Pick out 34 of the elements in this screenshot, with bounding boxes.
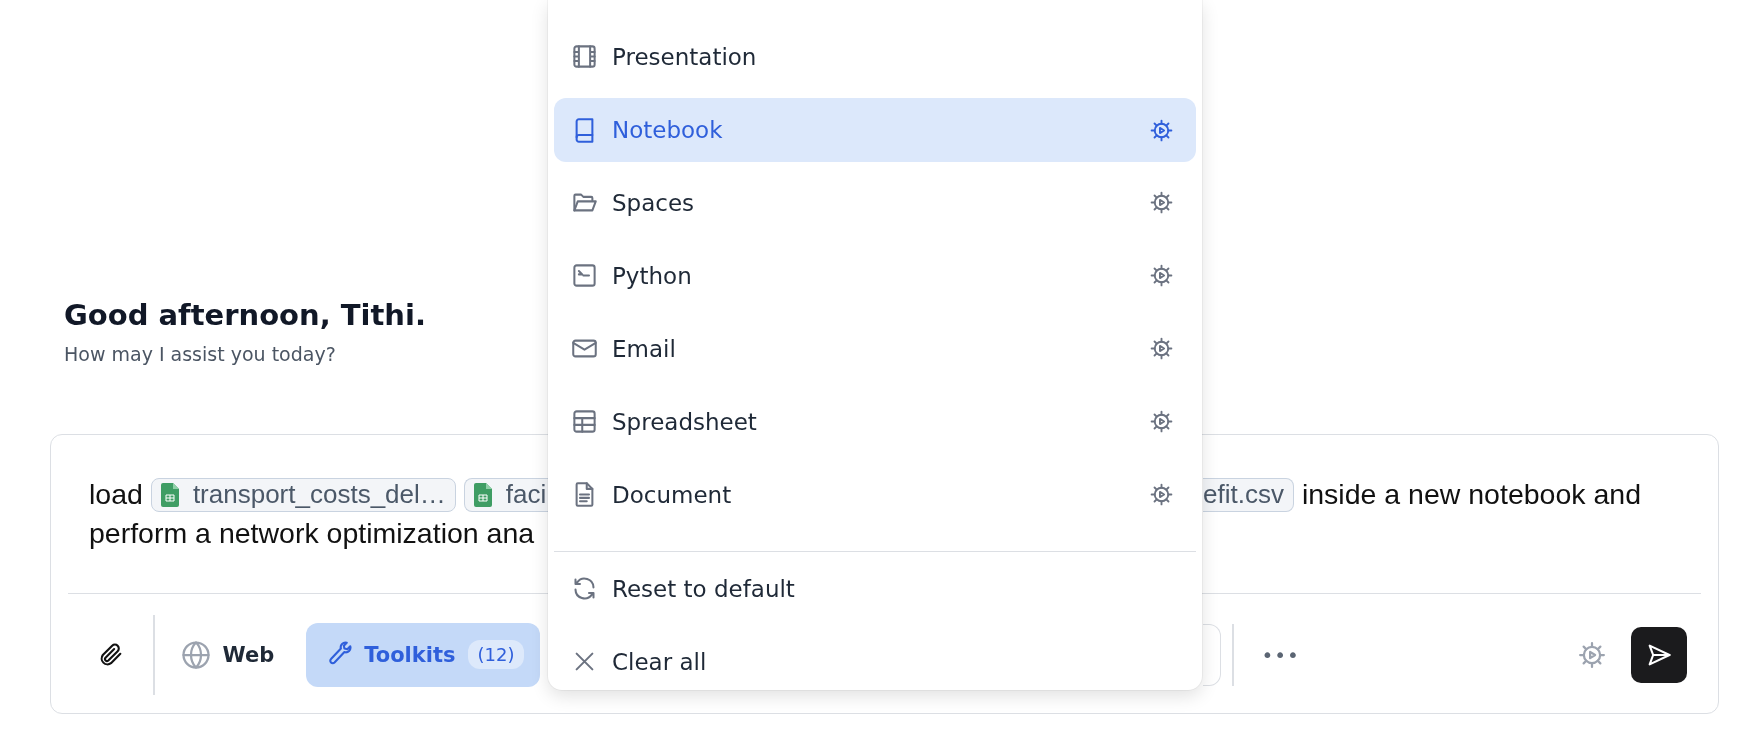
prompt-text: inside a new notebook and bbox=[1301, 478, 1641, 511]
prompt-text: load bbox=[89, 478, 143, 511]
toolkits-button[interactable]: Toolkits (12) bbox=[306, 622, 541, 687]
globe-icon bbox=[180, 639, 211, 670]
settings-icon[interactable] bbox=[1149, 117, 1174, 143]
file-chip[interactable]: transport_costs_del… bbox=[150, 477, 456, 512]
prompt-text: perform a network optimization ana bbox=[89, 517, 535, 550]
menu-item[interactable]: Presentation bbox=[554, 20, 1196, 93]
film-icon bbox=[571, 43, 598, 70]
refresh-icon bbox=[571, 575, 598, 602]
web-button[interactable]: Web bbox=[180, 622, 289, 687]
settings-icon[interactable] bbox=[1577, 639, 1607, 670]
menu-action[interactable]: Reset to default bbox=[554, 552, 1196, 625]
menu-item[interactable]: Email bbox=[554, 312, 1196, 385]
settings-icon[interactable] bbox=[1149, 263, 1174, 288]
settings-icon[interactable] bbox=[1149, 482, 1174, 507]
greeting-title: Good afternoon, Tithi. bbox=[64, 297, 426, 334]
menu-item[interactable]: Spreadsheet bbox=[554, 385, 1196, 458]
menu-item[interactable]: Notebook bbox=[554, 98, 1196, 162]
more-button[interactable]: ••• bbox=[1261, 642, 1300, 667]
menu-item[interactable]: Document bbox=[554, 458, 1196, 531]
terminal-icon bbox=[571, 262, 598, 289]
menu-item[interactable]: Spaces bbox=[554, 166, 1196, 239]
send-button[interactable] bbox=[1631, 626, 1687, 683]
settings-icon[interactable] bbox=[1149, 409, 1174, 434]
settings-icon[interactable] bbox=[1149, 190, 1174, 215]
spreadsheet-file-icon bbox=[160, 482, 179, 507]
settings-icon[interactable] bbox=[1149, 336, 1174, 361]
file-chip[interactable]: efit.csv bbox=[1203, 477, 1294, 512]
menu-action[interactable]: Clear all bbox=[554, 625, 1196, 698]
table-icon bbox=[571, 408, 598, 435]
greeting-subtitle: How may I assist you today? bbox=[64, 343, 336, 365]
menu-item[interactable]: Python bbox=[554, 239, 1196, 312]
spreadsheet-file-icon bbox=[473, 482, 492, 507]
